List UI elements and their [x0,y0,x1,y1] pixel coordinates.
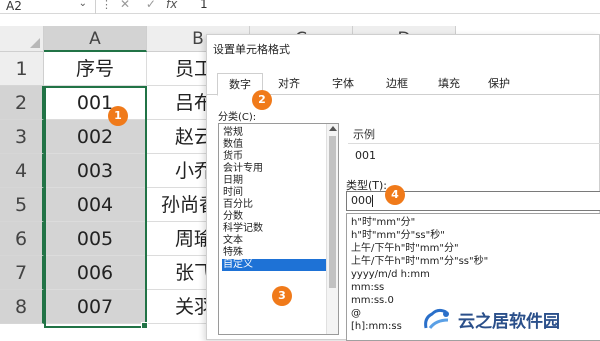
category-item[interactable]: 会计专用 [222,163,326,175]
row-header-2[interactable]: 2 [0,86,44,120]
scrollbar-thumb[interactable] [329,136,336,288]
watermark: 云之居软件园 [418,300,600,340]
tab-fill[interactable]: 填充 [427,73,471,95]
cell-a7[interactable]: 006 [44,256,147,290]
row-header-3[interactable]: 3 [0,120,44,154]
category-scrollbar[interactable] [326,124,338,334]
sample-box [348,143,600,169]
cell-a3[interactable]: 002 [44,120,147,154]
format-item[interactable]: 上午/下午h"时"mm"分" [351,243,459,255]
step-badge-2: 2 [248,86,276,114]
sample-value: 001 [355,149,376,162]
category-item[interactable]: 货币 [222,151,326,163]
category-label: 分类(C): [218,112,257,123]
row-header-7[interactable]: 7 [0,256,44,290]
name-box[interactable]: A2 ⌄ [0,0,96,14]
format-item[interactable]: h"时"mm"分"ss"秒" [351,230,445,242]
category-item[interactable]: 常规 [222,127,326,139]
tab-border[interactable]: 边框 [375,73,419,95]
formula-input[interactable]: 1 [200,0,208,11]
insert-function-icon[interactable]: fx [166,0,177,11]
watermark-logo-icon [424,308,449,329]
step-badge-1: 1 [104,102,132,130]
cell-a6[interactable]: 005 [44,222,147,256]
cell-a1[interactable]: 序号 [44,52,147,86]
category-item[interactable]: 百分比 [222,199,326,211]
cell-a8[interactable]: 007 [44,290,147,324]
format-cells-dialog: 设置单元格格式 数字 对齐 字体 边框 填充 保护 分类(C): 常规 数值 货… [206,34,600,341]
tab-alignment[interactable]: 对齐 [267,73,311,95]
select-all-corner[interactable] [0,26,44,52]
row-header-4[interactable]: 4 [0,154,44,188]
text-caret [372,195,373,207]
scroll-up-icon[interactable] [329,126,337,131]
watermark-text: 云之居软件园 [458,312,560,332]
row-header-5[interactable]: 5 [0,188,44,222]
tab-font[interactable]: 字体 [321,73,365,95]
format-item[interactable]: @ [351,308,361,320]
chevron-down-icon[interactable]: ⌄ [79,0,87,10]
category-item-custom[interactable]: 自定义 [222,259,326,271]
type-input-value: 000 [351,194,372,207]
category-item[interactable]: 文本 [222,235,326,247]
format-item[interactable]: mm:ss.0 [351,295,394,307]
category-item[interactable]: 时间 [222,187,326,199]
more-options-icon[interactable]: ⋮ [101,0,112,11]
category-item[interactable]: 日期 [222,175,326,187]
category-item[interactable]: 特殊 [222,247,326,259]
tab-protection[interactable]: 保护 [477,73,521,95]
category-item[interactable]: 科学记数 [222,223,326,235]
sample-label: 示例 [353,128,375,141]
cell-a4[interactable]: 003 [44,154,147,188]
dialog-title: 设置单元格格式 [213,43,290,56]
fill-handle[interactable] [141,322,148,329]
format-item[interactable]: 上午/下午h"时"mm"分"ss"秒" [351,256,488,268]
row-header-6[interactable]: 6 [0,222,44,256]
category-item[interactable]: 分数 [222,211,326,223]
cell-a5[interactable]: 004 [44,188,147,222]
format-item[interactable]: h"时"mm"分" [351,217,415,229]
format-item[interactable]: [h]:mm:ss [351,321,402,333]
formula-bar: A2 ⌄ ⋮ ✕ ✓ fx 1 [0,0,600,14]
name-box-value: A2 [6,0,22,13]
column-header-a[interactable]: A [44,26,147,52]
format-item[interactable]: yyyy/m/d h:mm [351,269,430,281]
format-item[interactable]: mm:ss [351,282,384,294]
row-header-8[interactable]: 8 [0,290,44,324]
step-badge-4: 4 [381,181,409,209]
cancel-enter-icons[interactable]: ✕ ✓ [120,0,162,11]
step-badge-3: 3 [268,282,296,310]
row-header-1[interactable]: 1 [0,52,44,86]
category-item[interactable]: 数值 [222,139,326,151]
cell-a2[interactable]: 001 [44,86,147,120]
